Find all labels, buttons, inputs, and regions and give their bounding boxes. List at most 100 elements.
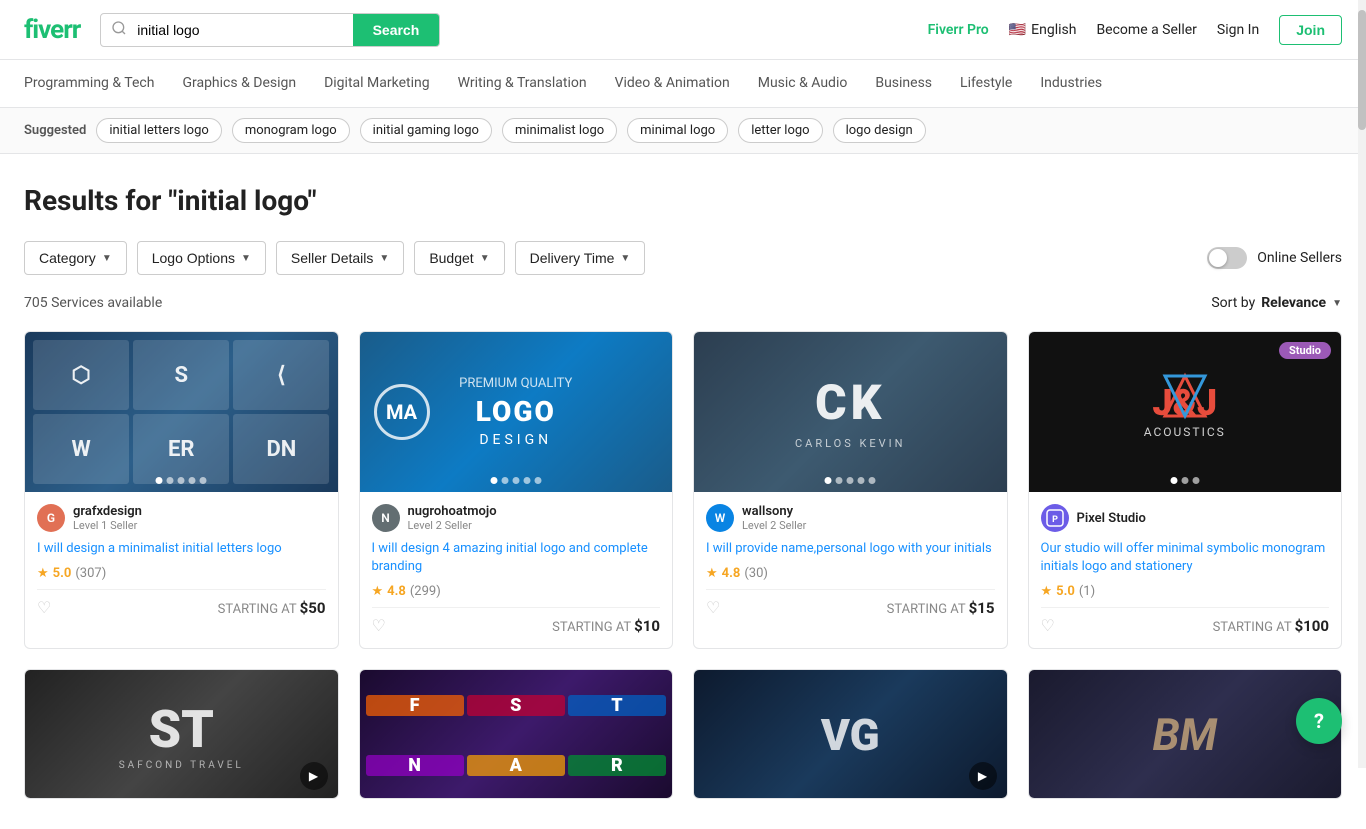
list-item[interactable]: ⬡ S ⟨ W ER DN G grafxdesign <box>24 331 339 649</box>
search-button[interactable]: Search <box>353 14 440 46</box>
card-title[interactable]: I will design a minimalist initial lette… <box>37 540 326 558</box>
help-button[interactable]: ? <box>1296 698 1342 744</box>
chevron-down-icon: ▼ <box>241 253 251 264</box>
services-count: 705 Services available <box>24 295 162 311</box>
price-wrap: STARTING AT $15 <box>887 599 995 617</box>
play-button[interactable]: ▶ <box>300 762 328 790</box>
rating: ★ 5.0 (307) <box>37 566 326 581</box>
avatar: N <box>372 504 400 532</box>
rating: ★ 4.8 (30) <box>706 566 995 581</box>
chevron-down-icon: ▼ <box>1332 298 1342 309</box>
suggested-tag-letter[interactable]: letter logo <box>738 118 822 143</box>
budget-filter[interactable]: Budget ▼ <box>414 241 504 275</box>
avatar: G <box>37 504 65 532</box>
favorite-button[interactable]: ♡ <box>37 598 51 618</box>
list-item[interactable]: CK CARLOS KEVIN W wallsony Level 2 Selle… <box>693 331 1008 649</box>
budget-label: Budget <box>429 250 473 266</box>
online-sellers-toggle[interactable] <box>1207 247 1247 269</box>
suggested-tag-minimal[interactable]: minimal logo <box>627 118 728 143</box>
chevron-down-icon: ▼ <box>102 253 112 264</box>
scrollbar-thumb[interactable] <box>1358 10 1366 130</box>
star-icon: ★ <box>1041 584 1053 599</box>
nav-item-writing-translation[interactable]: Writing & Translation <box>458 75 587 93</box>
list-item[interactable]: VG ▶ <box>693 669 1008 799</box>
nav-item-graphics-design[interactable]: Graphics & Design <box>182 75 296 93</box>
suggested-tag-minimalist[interactable]: minimalist logo <box>502 118 617 143</box>
seller-name: Pixel Studio <box>1077 511 1146 526</box>
join-button[interactable]: Join <box>1279 15 1342 45</box>
logo[interactable]: fiverr <box>24 15 80 45</box>
card-image: ⬡ S ⟨ W ER DN <box>25 332 338 492</box>
card-title[interactable]: Our studio will offer minimal symbolic m… <box>1041 540 1330 576</box>
online-sellers-toggle-wrap: Online Sellers <box>1207 247 1342 269</box>
review-count: (1) <box>1079 584 1095 599</box>
card-title[interactable]: I will provide name,personal logo with y… <box>706 540 995 558</box>
seller-details-filter[interactable]: Seller Details ▼ <box>276 241 404 275</box>
price-wrap: STARTING AT $10 <box>552 617 660 635</box>
search-bar: Search <box>100 13 440 47</box>
chevron-down-icon: ▼ <box>379 253 389 264</box>
category-filter[interactable]: Category ▼ <box>24 241 127 275</box>
card-title[interactable]: I will design 4 amazing initial logo and… <box>372 540 661 576</box>
become-seller-link[interactable]: Become a Seller <box>1096 22 1196 38</box>
sort-selector[interactable]: Sort by Relevance ▼ <box>1211 295 1342 311</box>
seller-details-label: Seller Details <box>291 250 373 266</box>
sign-in-link[interactable]: Sign In <box>1217 22 1259 38</box>
card-body: W wallsony Level 2 Seller I will provide… <box>694 492 1007 630</box>
sort-value: Relevance <box>1261 295 1326 311</box>
suggested-tag-logo-design[interactable]: logo design <box>833 118 926 143</box>
seller-level: Level 2 Seller <box>408 519 497 532</box>
seller-name: wallsony <box>742 504 806 519</box>
list-item[interactable]: J&J ACOUSTICS Studio P Pixel <box>1028 331 1343 649</box>
list-item[interactable]: F S T N A R <box>359 669 674 799</box>
seller-name: nugrohoatmojo <box>408 504 497 519</box>
nav-item-industries[interactable]: Industries <box>1040 75 1102 93</box>
delivery-time-filter[interactable]: Delivery Time ▼ <box>515 241 646 275</box>
category-filter-label: Category <box>39 250 96 266</box>
scrollbar[interactable] <box>1358 0 1366 768</box>
logo-options-filter[interactable]: Logo Options ▼ <box>137 241 266 275</box>
rating-value: 4.8 <box>387 584 406 599</box>
flag-icon: 🇺🇸 <box>1009 22 1026 38</box>
nav-item-lifestyle[interactable]: Lifestyle <box>960 75 1012 93</box>
rating-value: 5.0 <box>1056 584 1075 599</box>
avatar: P <box>1041 504 1069 532</box>
card-footer: ♡ STARTING AT $100 <box>1041 607 1330 636</box>
header: fiverr Search Fiverr Pro 🇺🇸 English Beco… <box>0 0 1366 60</box>
delivery-time-label: Delivery Time <box>530 250 615 266</box>
nav-item-programming-tech[interactable]: Programming & Tech <box>24 75 154 93</box>
price-wrap: STARTING AT $50 <box>218 599 326 617</box>
nav-item-music-audio[interactable]: Music & Audio <box>758 75 848 93</box>
list-item[interactable]: BM <box>1028 669 1343 799</box>
filters-bar: Category ▼ Logo Options ▼ Seller Details… <box>24 241 1342 275</box>
toggle-knob <box>1209 249 1227 267</box>
search-input[interactable] <box>137 14 352 46</box>
price: $15 <box>969 599 995 617</box>
nav-item-digital-marketing[interactable]: Digital Marketing <box>324 75 429 93</box>
favorite-button[interactable]: ♡ <box>372 616 386 636</box>
rating-value: 4.8 <box>722 566 741 581</box>
online-sellers-label: Online Sellers <box>1257 250 1342 266</box>
suggested-bar: Suggested initial letters logo monogram … <box>0 108 1366 154</box>
seller-info: G grafxdesign Level 1 Seller <box>37 504 326 532</box>
list-item[interactable]: PREMIUM QUALITY LOGO DESIGN MA N nugroho… <box>359 331 674 649</box>
card-footer: ♡ STARTING AT $15 <box>706 589 995 618</box>
suggested-label: Suggested <box>24 123 86 138</box>
language-selector[interactable]: 🇺🇸 English <box>1009 22 1077 38</box>
fiverr-pro-link[interactable]: Fiverr Pro <box>928 22 989 38</box>
favorite-button[interactable]: ♡ <box>706 598 720 618</box>
play-button[interactable]: ▶ <box>969 762 997 790</box>
star-icon: ★ <box>372 584 384 599</box>
card-footer: ♡ STARTING AT $50 <box>37 589 326 618</box>
price: $10 <box>634 617 660 635</box>
results-title: Results for "initial logo" <box>24 184 1342 217</box>
price: $50 <box>300 599 326 617</box>
suggested-tag-monogram[interactable]: monogram logo <box>232 118 350 143</box>
nav-item-business[interactable]: Business <box>875 75 932 93</box>
nav-item-video-animation[interactable]: Video & Animation <box>615 75 730 93</box>
suggested-tag-initial-gaming[interactable]: initial gaming logo <box>360 118 492 143</box>
list-item[interactable]: ST SAFCOND TRAVEL ▶ <box>24 669 339 799</box>
favorite-button[interactable]: ♡ <box>1041 616 1055 636</box>
price-wrap: STARTING AT $100 <box>1213 617 1329 635</box>
suggested-tag-initial-letters[interactable]: initial letters logo <box>96 118 221 143</box>
